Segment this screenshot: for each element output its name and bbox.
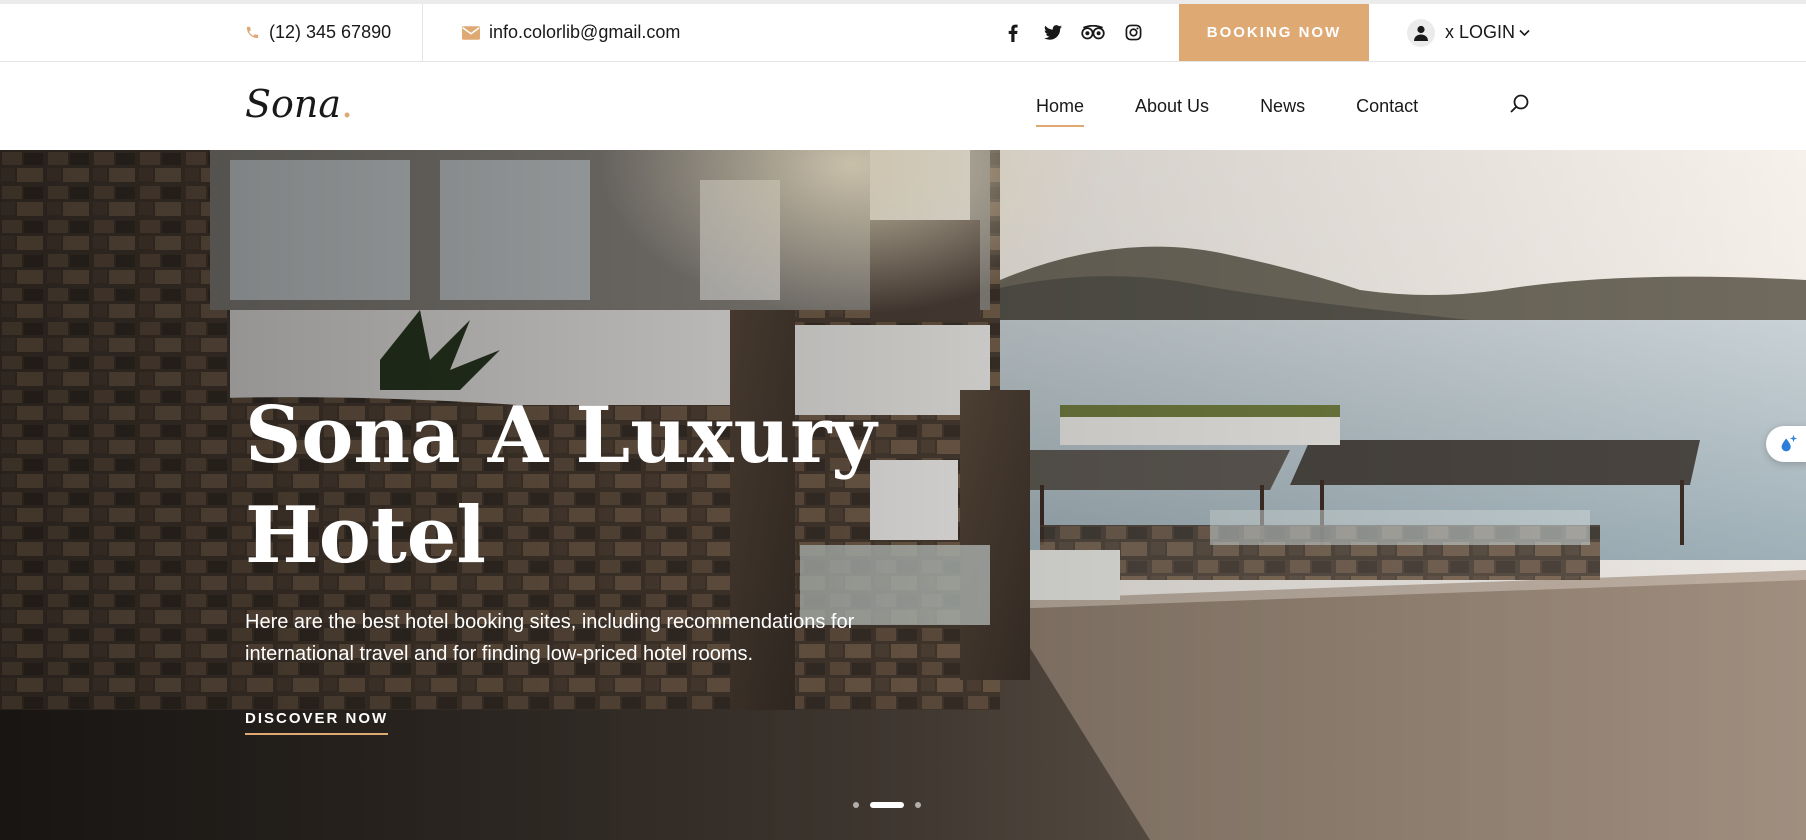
hero-slider: Sona A Luxury Hotel Here are the best ho…: [0, 150, 1806, 840]
logo-dot: .: [341, 82, 354, 126]
logo-text: Sona: [245, 82, 342, 126]
phone-number: (12) 345 67890: [269, 22, 392, 42]
search-icon[interactable]: [1508, 92, 1532, 116]
site-logo[interactable]: Sona.: [245, 82, 353, 126]
social-links: [1001, 4, 1161, 61]
instagram-icon[interactable]: [1121, 24, 1145, 41]
discover-now-link[interactable]: DISCOVER NOW: [245, 710, 389, 735]
main-menu: Home About Us News Contact: [1036, 62, 1469, 150]
booking-now-button[interactable]: BOOKING NOW: [1179, 4, 1369, 61]
slider-dot-3[interactable]: [915, 802, 921, 808]
menu-item-contact[interactable]: Contact: [1356, 92, 1418, 121]
user-icon: [1407, 18, 1435, 47]
top-bar: (12) 345 67890 info.colorlib@gmail.com B…: [0, 0, 1806, 62]
slider-dot-2[interactable]: [870, 802, 904, 808]
phone-contact[interactable]: (12) 345 67890: [245, 4, 391, 61]
facebook-icon[interactable]: [1001, 24, 1025, 42]
main-header: Sona. Home About Us News Contact: [0, 62, 1806, 150]
slider-dot-1[interactable]: [853, 802, 859, 808]
login-label: x LOGIN: [1445, 22, 1516, 42]
hero-title: Sona A Luxury Hotel: [245, 390, 877, 581]
chevron-down-icon: [1519, 29, 1530, 37]
menu-item-news[interactable]: News: [1260, 92, 1305, 121]
phone-icon: [245, 25, 260, 40]
email-address: info.colorlib@gmail.com: [489, 22, 681, 42]
tripadvisor-icon[interactable]: [1081, 25, 1105, 40]
topbar-divider: [422, 4, 423, 61]
hero-description: Here are the best hotel booking sites, i…: [245, 611, 855, 665]
login-dropdown[interactable]: x LOGIN: [1407, 4, 1530, 61]
slider-dots: [853, 802, 932, 808]
floating-widget-button[interactable]: [1766, 426, 1806, 462]
twitter-icon[interactable]: [1041, 25, 1065, 40]
hero-content: Sona A Luxury Hotel Here are the best ho…: [245, 386, 945, 735]
menu-item-home[interactable]: Home: [1036, 92, 1085, 127]
envelope-icon: [462, 25, 480, 40]
sparkle-drop-icon: [1781, 434, 1798, 452]
email-contact[interactable]: info.colorlib@gmail.com: [462, 4, 680, 61]
menu-item-about-us[interactable]: About Us: [1135, 92, 1209, 121]
